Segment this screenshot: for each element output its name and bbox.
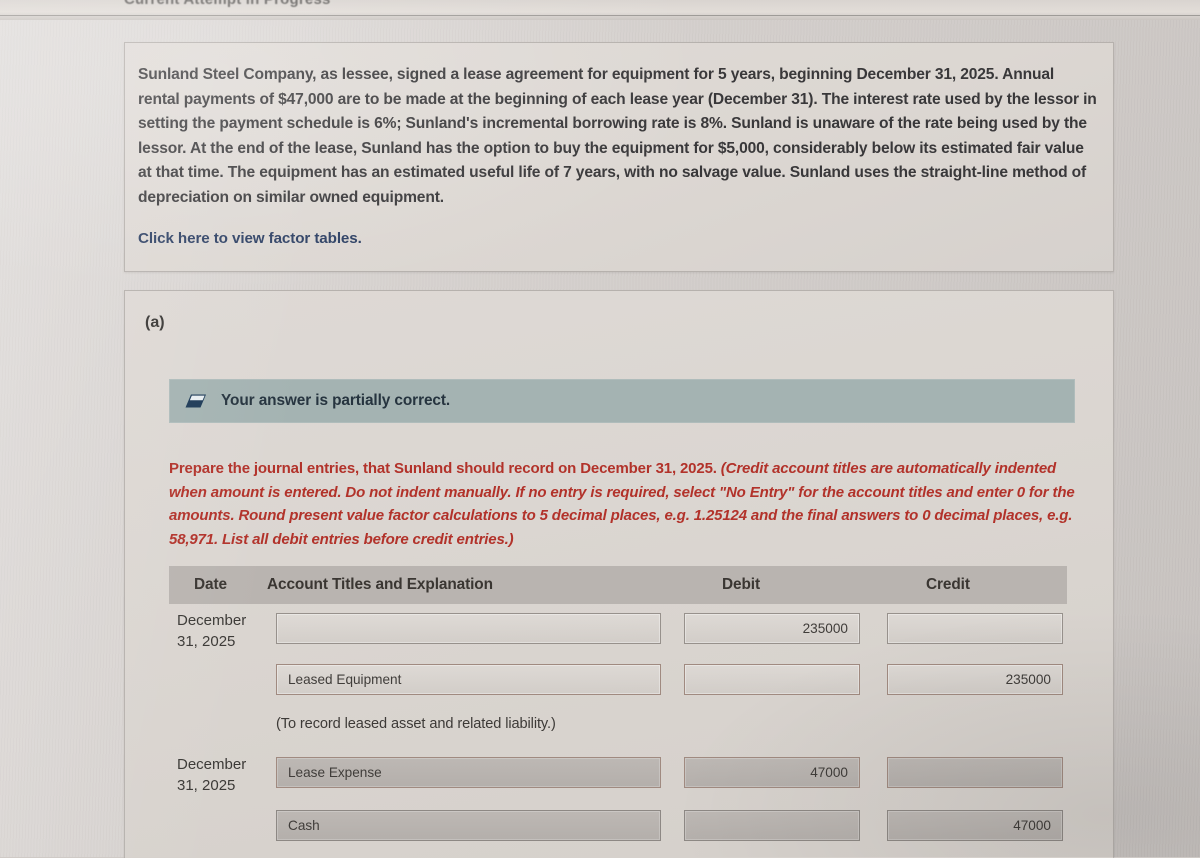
part-label: (a) xyxy=(145,314,165,331)
credit-amount-input[interactable]: 47000 xyxy=(887,810,1063,841)
credit-amount-input[interactable] xyxy=(887,613,1063,644)
column-header-date: Date xyxy=(194,576,227,593)
problem-statement-card: Sunland Steel Company, as lessee, signed… xyxy=(124,42,1114,272)
instructions-text: Prepare the journal entries, that Sunlan… xyxy=(169,457,1079,551)
column-header-account: Account Titles and Explanation xyxy=(267,576,493,593)
journal-entry-table: Date Account Titles and Explanation Debi… xyxy=(169,566,1077,856)
page-root: Current Attempt in Progress Sunland Stee… xyxy=(0,0,1200,858)
debit-amount-input[interactable] xyxy=(684,810,860,841)
account-title-input[interactable]: Leased Equipment xyxy=(276,664,661,695)
cropped-header-strip: Current Attempt in Progress xyxy=(0,0,1200,20)
account-title-input[interactable]: Lease Expense xyxy=(276,757,661,788)
answer-status-text: Your answer is partially correct. xyxy=(221,392,451,409)
account-title-input[interactable] xyxy=(276,613,661,644)
table-row: December 31, 2025 235000 xyxy=(169,604,1077,656)
column-header-debit: Debit xyxy=(722,576,760,593)
credit-amount-input[interactable] xyxy=(887,757,1063,788)
problem-statement-text: Sunland Steel Company, as lessee, signed… xyxy=(138,66,1097,206)
credit-amount-input[interactable]: 235000 xyxy=(887,664,1063,695)
row-date-label: December 31, 2025 xyxy=(177,612,247,650)
column-header-credit: Credit xyxy=(926,576,970,593)
journal-table-header: Date Account Titles and Explanation Debi… xyxy=(169,566,1067,604)
view-factor-tables-link[interactable]: Click here to view factor tables. xyxy=(138,230,362,247)
table-row: December 31, 2025 Lease Expense 47000 xyxy=(169,748,1077,802)
answer-status-banner: Your answer is partially correct. xyxy=(169,379,1075,423)
debit-amount-input[interactable]: 235000 xyxy=(684,613,860,644)
attempt-status-heading: Current Attempt in Progress xyxy=(124,0,331,8)
part-a-card: (a) Your answer is partially correct. Pr… xyxy=(124,290,1114,858)
table-row-memo: (To record leased asset and related liab… xyxy=(169,712,1077,748)
memo-text: (To record leased asset and related liab… xyxy=(276,716,556,732)
table-row: Leased Equipment 235000 xyxy=(169,656,1077,712)
instructions-lead: Prepare the journal entries, that Sunlan… xyxy=(169,460,721,477)
row-date-label: December 31, 2025 xyxy=(177,756,247,794)
account-title-input[interactable]: Cash xyxy=(276,810,661,841)
debit-amount-input[interactable] xyxy=(684,664,860,695)
header-divider xyxy=(0,15,1200,16)
table-row: Cash 47000 xyxy=(169,802,1077,856)
eraser-icon xyxy=(185,393,207,409)
debit-amount-input[interactable]: 47000 xyxy=(684,757,860,788)
